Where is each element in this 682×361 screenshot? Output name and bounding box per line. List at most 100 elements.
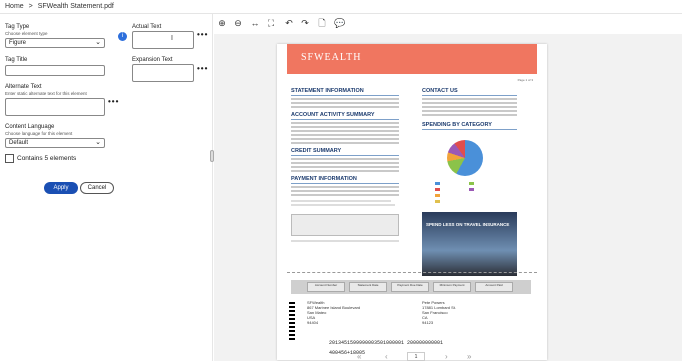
remit-cell: Payment Due Date [391,282,429,292]
expansion-text-input[interactable] [132,64,194,82]
viewer-toolbar: ⊕ ⊖ ↔ ⛶ ↶ ↷ 🗋 💬 [214,14,682,34]
table-row [291,126,399,128]
fit-page-icon[interactable]: ⛶ [266,18,276,28]
document-icon[interactable]: 🗋 [317,18,327,28]
content-language-label: Content Language [5,124,55,130]
remit-cell: Statement Date [349,282,387,292]
table-row [291,204,395,206]
table-row [422,114,517,116]
page-number: Page 1 of 3 [517,78,533,82]
remit-cell: Amount Paid [475,282,513,292]
credit-summary-heading: CREDIT SUMMARY [291,148,342,154]
info-icon[interactable]: i [118,32,127,41]
table-row [291,194,399,196]
fit-width-icon[interactable]: ↔ [250,18,260,28]
apply-button[interactable]: Apply [44,182,78,194]
recipient-address: Pete Powers 17881 Lombard St. San Franci… [422,300,457,325]
actual-text-label: Actual Text [132,24,162,30]
account-activity-heading: ACCOUNT ACTIVITY SUMMARY [291,112,375,118]
table-row [291,142,399,144]
table-row [422,106,517,108]
table-row [291,170,399,172]
table-row [291,200,391,202]
remit-cell: Minimum Payment [433,282,471,292]
comment-icon[interactable]: 💬 [334,18,345,28]
table-row [291,158,399,160]
divider [291,183,399,184]
remittance-box: Account Number Statement Date Payment Du… [291,280,531,294]
breadcrumb-separator: > [28,3,33,10]
sender-address: SFWealth 867 Marinee Island Boulevard Sa… [307,300,361,325]
first-page-button[interactable]: « [357,352,361,361]
tear-line [287,272,537,273]
table-row [291,166,399,168]
breadcrumb: Home > SFWealth Statement.pdf [0,0,682,14]
brand-banner: SFWEALTH [287,44,537,74]
spending-pie-chart [447,140,483,176]
barcode [289,302,295,340]
table-row [422,110,517,112]
divider [291,95,399,96]
previous-page-button[interactable]: ‹ [385,352,388,361]
expansion-text-label: Expansion Text [132,57,173,63]
text-cursor-icon: I [171,35,173,42]
chevron-down-icon: ⌄ [95,39,101,46]
table-row [422,102,517,104]
tag-title-label: Tag Title [5,57,28,63]
chevron-down-icon: ⌄ [95,139,101,146]
zoom-in-icon[interactable]: ⊕ [217,18,227,28]
actual-text-more-button[interactable]: ••• [197,30,208,39]
spending-by-category-heading: SPENDING BY CATEGORY [422,122,492,128]
statement-information-heading: STATEMENT INFORMATION [291,88,364,94]
remit-cell: Account Number [307,282,345,292]
zoom-out-icon[interactable]: ⊖ [233,18,243,28]
last-page-button[interactable]: » [467,352,471,361]
payment-information-heading: PAYMENT INFORMATION [291,176,357,182]
content-language-select[interactable]: Default ⌄ [5,138,105,148]
table-row [291,138,399,140]
divider [291,155,399,156]
table-row [291,122,399,124]
table-row [291,162,399,164]
tag-type-value: Figure [9,40,27,46]
grid-icon [5,154,14,163]
actual-text-input[interactable]: I [132,31,194,49]
table-row [291,134,399,136]
alternate-text-more-button[interactable]: ••• [108,97,119,106]
rotate-left-icon[interactable]: ↶ [284,18,294,28]
table-row [291,98,399,100]
breadcrumb-home[interactable]: Home [5,3,24,10]
rotate-right-icon[interactable]: ↷ [300,18,310,28]
content-language-value: Default [9,140,29,146]
tag-type-label: Tag Type [5,24,30,30]
document-viewer[interactable]: SFWEALTH Page 1 of 3 STATEMENT INFORMATI… [214,34,682,361]
cancel-button[interactable]: Cancel [80,182,114,194]
travel-insurance-ad: SPEND LESS ON TRAVEL INSURANCE [422,212,517,276]
table-row [291,102,399,104]
alternate-text-input[interactable] [5,98,105,116]
expansion-text-more-button[interactable]: ••• [197,64,208,73]
brand-logo: SFWEALTH [301,52,362,63]
divider [422,95,517,96]
table-row [291,106,399,108]
page-navigation: « ‹ 1 › » [357,352,547,361]
contact-us-heading: CONTACT US [422,88,458,94]
micr-line: 2013451599990003501000001 200000000001 [329,340,444,346]
alternate-text-label: Alternate Text [5,84,42,90]
page-number-input[interactable]: 1 [407,352,425,361]
content-language-hint: Choose language for this element [5,131,73,136]
tag-type-select[interactable]: Figure ⌄ [5,38,105,48]
contains-elements-text: Contains 5 elements [17,155,77,162]
table-row [291,186,399,188]
pie-legend [435,182,515,204]
payment-table [291,214,399,236]
table-row [291,240,399,242]
tag-properties-panel: Tag Type Choose element type Figure ⌄ i … [0,14,213,361]
divider [422,129,517,130]
pdf-page[interactable]: SFWEALTH Page 1 of 3 STATEMENT INFORMATI… [277,44,547,360]
table-row [422,98,517,100]
next-page-button[interactable]: › [445,352,448,361]
breadcrumb-file: SFWealth Statement.pdf [37,3,114,10]
tag-title-input[interactable] [5,65,105,76]
divider [291,119,399,120]
